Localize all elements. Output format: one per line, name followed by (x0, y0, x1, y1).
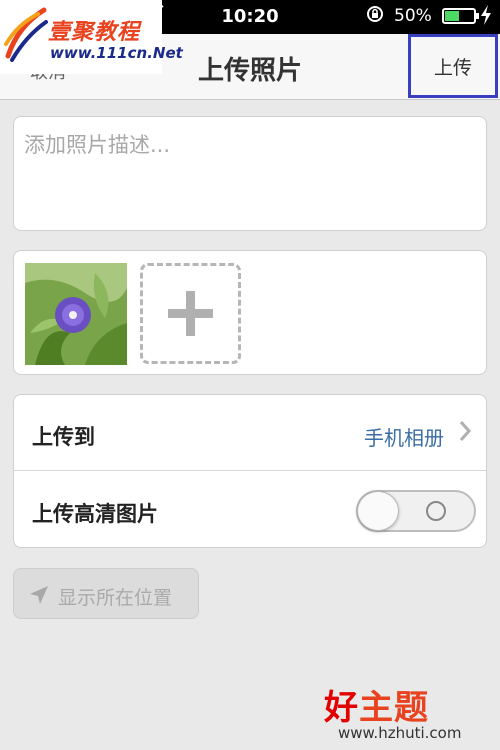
flower-photo-image (25, 263, 127, 365)
watermark-name: 壹聚教程 (48, 20, 141, 45)
watermark-bottom-url: www.hzhuti.com (338, 724, 462, 742)
upload-to-value: 手机相册 (364, 426, 444, 450)
watermark-bottom-name-part1: 好 (324, 688, 359, 728)
hd-upload-toggle[interactable] (356, 490, 476, 532)
photo-thumbnail[interactable] (25, 263, 127, 365)
upload-to-row[interactable]: 上传到 手机相册 (14, 395, 486, 471)
watermark-bottom-name: 好主题 (324, 680, 429, 729)
toggle-knob (357, 491, 399, 531)
upload-settings: 上传到 手机相册 上传高清图片 (13, 394, 487, 548)
show-location-button[interactable]: 显示所在位置 (13, 568, 199, 619)
battery-icon (442, 8, 479, 24)
show-location-label: 显示所在位置 (58, 587, 173, 609)
watermark-logo-top: 壹聚教程 www.111cn.Net (0, 0, 183, 74)
hd-upload-row: 上传高清图片 (14, 472, 486, 548)
watermark-logo-bottom: 好主题 www.hzhuti.com (318, 680, 500, 750)
toggle-off-icon (426, 501, 446, 521)
battery-fill (445, 11, 459, 21)
description-field (13, 116, 487, 231)
rotation-lock-icon (366, 5, 384, 27)
watermark-bottom-name-part2: 主题 (359, 688, 429, 728)
photo-picker (13, 250, 487, 375)
chevron-right-icon (459, 421, 472, 441)
watermark-swoosh-icon (4, 7, 48, 62)
plus-icon-bar (168, 309, 213, 318)
description-input[interactable] (14, 117, 486, 230)
battery-percent: 50% (394, 6, 432, 26)
location-arrow-icon (30, 586, 48, 604)
watermark-url: www.111cn.Net (50, 44, 183, 62)
charging-bolt-icon (480, 5, 492, 29)
upload-to-label: 上传到 (32, 425, 95, 449)
hd-upload-label: 上传高清图片 (32, 502, 158, 526)
add-photo-button[interactable] (140, 263, 241, 364)
upload-button[interactable]: 上传 (408, 34, 498, 98)
